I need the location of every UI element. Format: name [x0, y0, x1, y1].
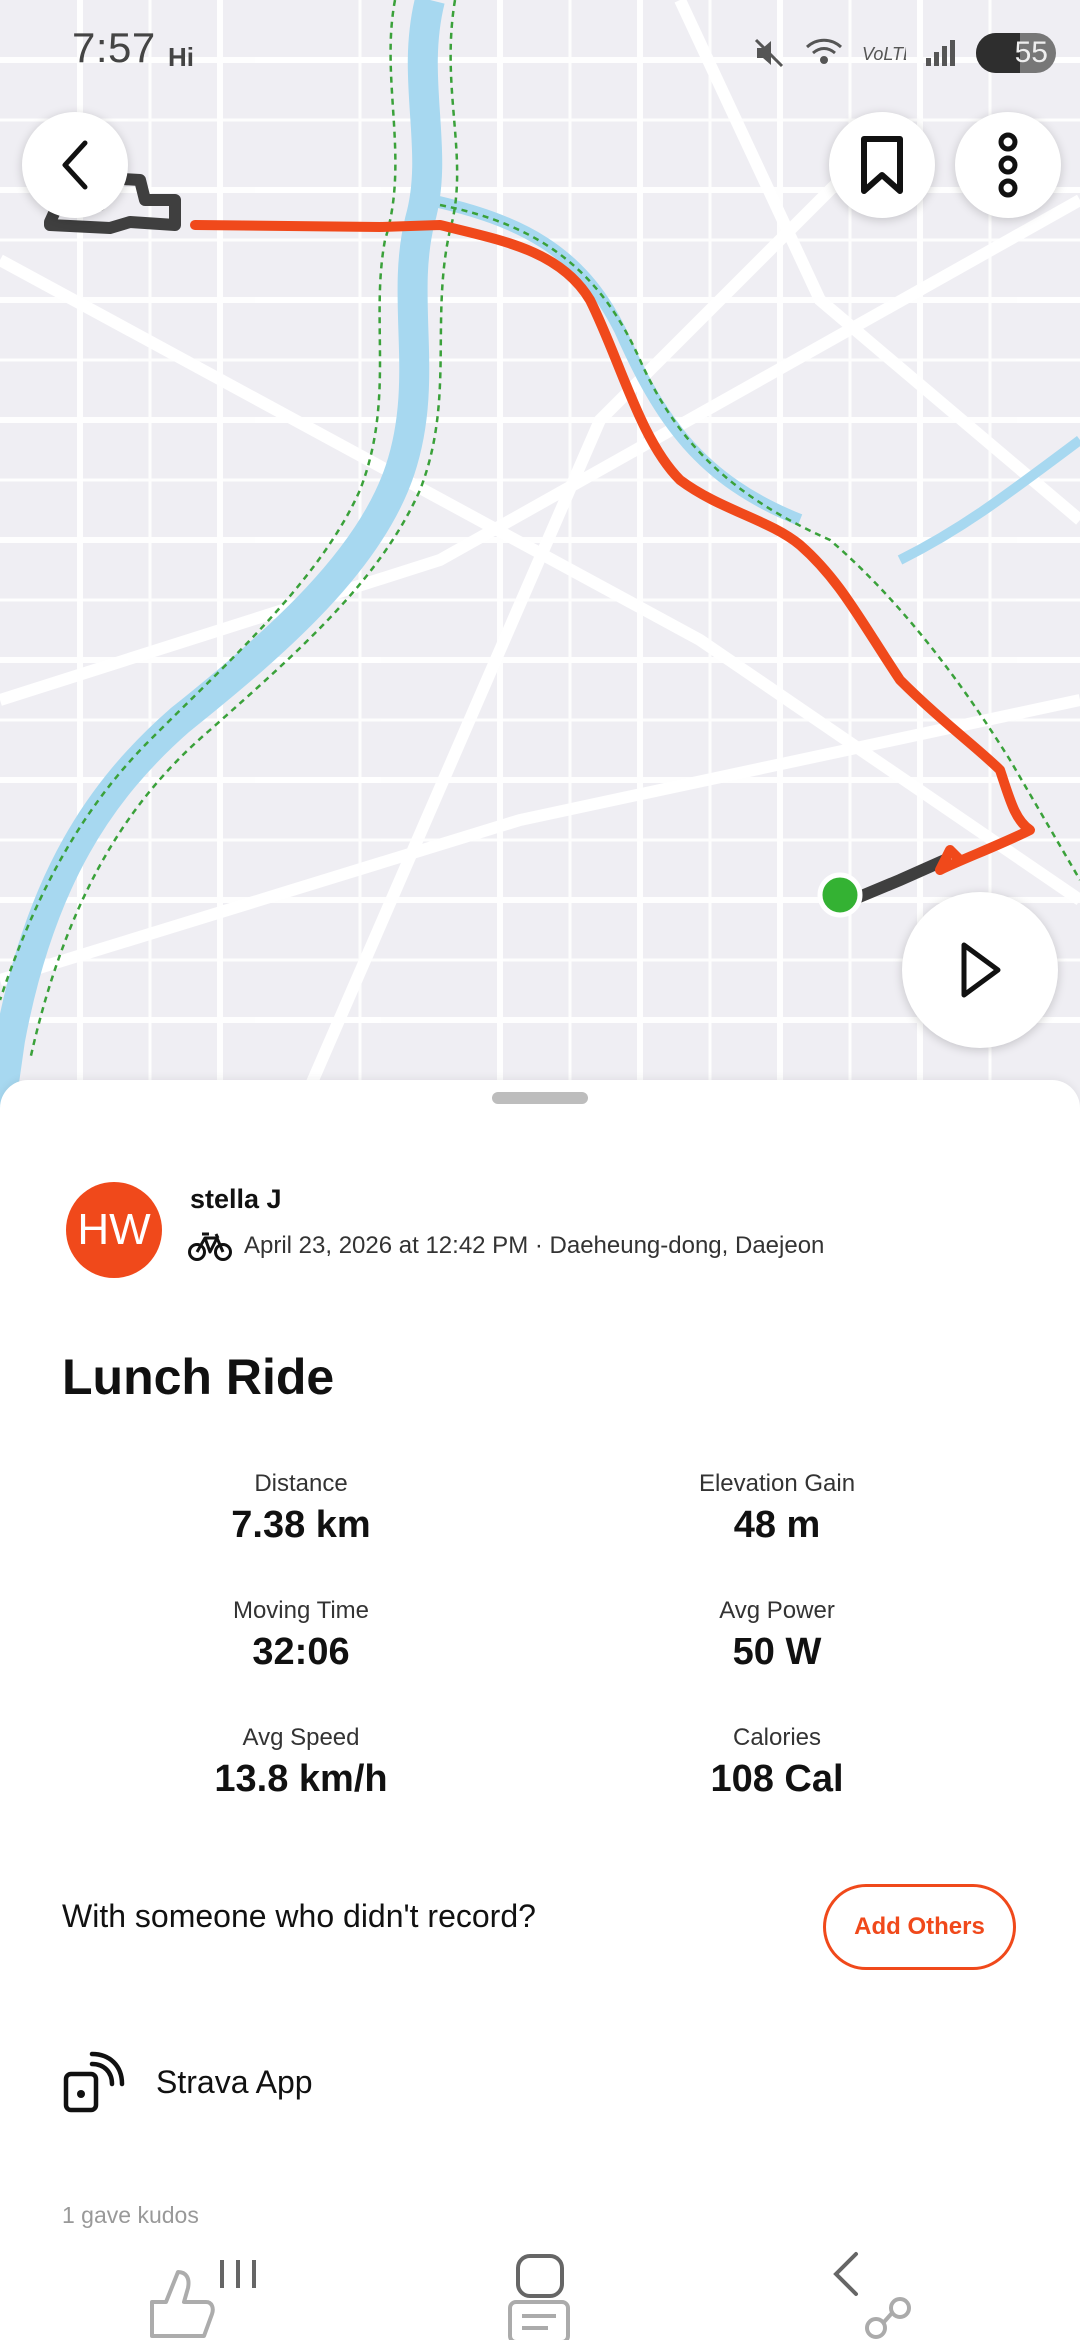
stat-value: 108 Cal — [710, 1758, 844, 1800]
add-others-prompt: With someone who didn't record? — [62, 1898, 536, 1934]
stat-calories: Calories 108 Cal — [577, 1724, 977, 1801]
device-label: Strava App — [156, 2063, 313, 2100]
volte-icon: VoLTE — [862, 44, 906, 64]
bookmark-icon — [861, 136, 903, 194]
sheet-handle[interactable] — [492, 1092, 588, 1104]
activity-date-location: April 23, 2026 at 12:42 PM · Daeheung-do… — [244, 1232, 825, 1259]
stat-label: Moving Time — [232, 1597, 370, 1624]
start-marker — [817, 872, 863, 918]
athlete-avatar[interactable]: HW — [66, 1182, 162, 1278]
battery-icon: 55 — [976, 33, 1056, 73]
stat-elevation-gain: Elevation Gain 48 m — [577, 1470, 977, 1547]
activity-sheet[interactable]: HW stella J April 23, 2026 at 12:42 PM ·… — [0, 1080, 1080, 2340]
back-button[interactable] — [22, 112, 128, 218]
home-button[interactable] — [516, 2254, 564, 2298]
more-vertical-icon — [998, 132, 1018, 198]
device-icon — [63, 2051, 125, 2113]
stat-label: Calories — [732, 1724, 822, 1751]
mute-icon — [754, 38, 784, 68]
status-time: 7:57 — [72, 24, 156, 71]
stat-avg-speed: Avg Speed 13.8 km/h — [101, 1724, 501, 1801]
bicycle-icon — [188, 1232, 232, 1261]
add-others-button[interactable]: Add Others — [823, 1884, 1016, 1970]
athlete-name[interactable]: stella J — [190, 1184, 282, 1215]
svg-text:VoLTE: VoLTE — [862, 44, 906, 64]
stat-value: 32:06 — [252, 1631, 350, 1673]
device-row[interactable]: Strava App — [62, 2050, 313, 2114]
stat-label: Avg Power — [719, 1597, 835, 1624]
stat-value: 13.8 km/h — [214, 1758, 388, 1800]
stat-value: 48 m — [733, 1504, 821, 1546]
stat-avg-power: Avg Power 50 W — [577, 1597, 977, 1674]
stat-distance: Distance 7.38 km — [101, 1470, 501, 1547]
stat-label: Distance — [254, 1470, 348, 1497]
play-flyover-button[interactable] — [902, 892, 1058, 1048]
stat-value: 50 W — [732, 1631, 822, 1673]
status-hi-icon: Hi — [168, 42, 194, 72]
more-button[interactable] — [955, 112, 1061, 218]
activity-title: Lunch Ride — [62, 1349, 335, 1405]
stat-label: Avg Speed — [242, 1724, 360, 1751]
system-navigation-bar — [220, 2252, 858, 2298]
stat-value: 7.38 km — [231, 1504, 371, 1546]
recent-apps-button[interactable] — [220, 2260, 256, 2288]
play-icon — [961, 942, 1001, 998]
battery-level: 55 — [1014, 36, 1048, 69]
activity-meta: April 23, 2026 at 12:42 PM · Daeheung-do… — [188, 1230, 824, 1262]
signal-icon — [926, 40, 955, 66]
back-nav-button[interactable] — [833, 2252, 858, 2296]
wifi-icon — [805, 38, 843, 64]
chevron-left-icon — [62, 140, 88, 190]
save-route-button[interactable] — [829, 112, 935, 218]
stat-label: Elevation Gain — [698, 1470, 856, 1497]
status-icons: VoLTE 55 — [752, 28, 1056, 78]
stat-moving-time: Moving Time 32:06 — [101, 1597, 501, 1674]
status-bar: 7:57 Hi VoLTE 55 — [0, 0, 1080, 100]
